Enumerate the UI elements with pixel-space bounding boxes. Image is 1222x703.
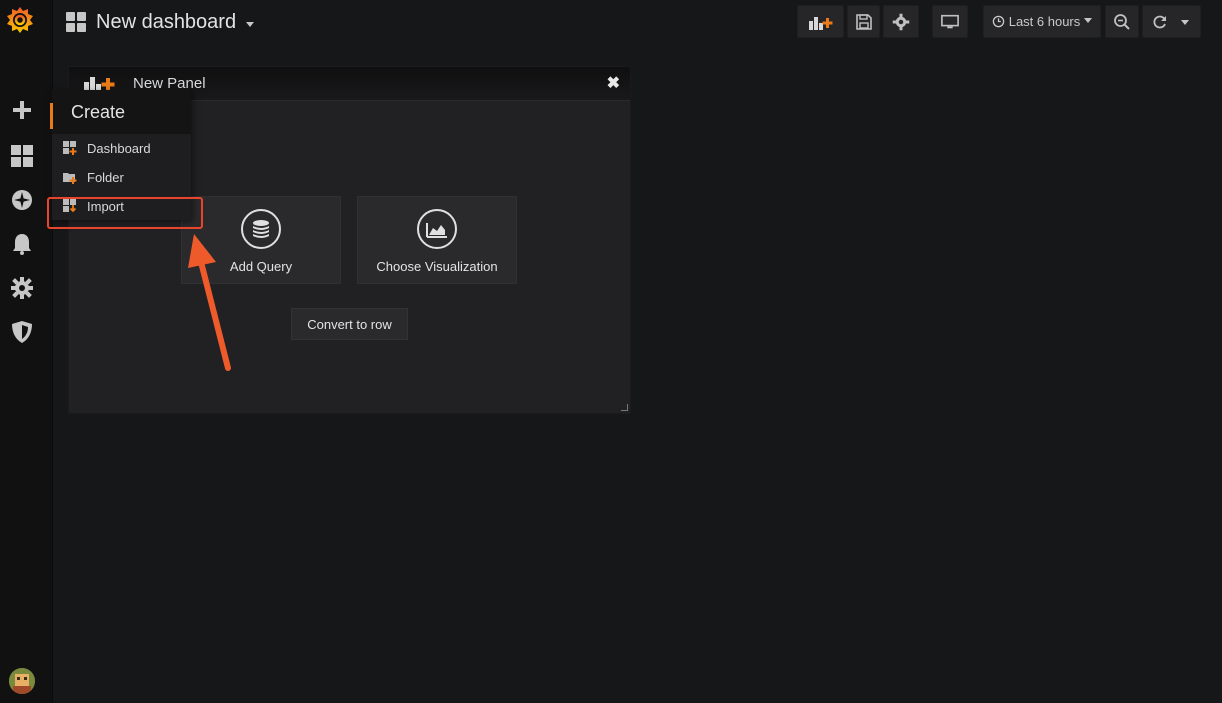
tv-mode-button[interactable] <box>932 5 968 38</box>
refresh-button[interactable] <box>1142 5 1201 38</box>
convert-to-row-button[interactable]: Convert to row <box>291 308 408 340</box>
dashboard-picker[interactable]: New dashboard <box>66 8 255 36</box>
annotation-highlight-box <box>47 197 203 229</box>
zoom-out-button[interactable] <box>1105 5 1139 38</box>
dashboard-settings-button[interactable] <box>883 5 919 38</box>
menu-item-label: Dashboard <box>87 140 151 156</box>
add-panel-button[interactable] <box>797 5 844 38</box>
menu-item-label: Folder <box>87 169 124 185</box>
choose-visualization-label: Choose Visualization <box>376 259 498 274</box>
time-picker-button[interactable]: Last 6 hours <box>983 5 1101 38</box>
gear-icon[interactable] <box>10 276 34 300</box>
resize-handle[interactable] <box>621 404 628 411</box>
close-icon[interactable]: ✖ <box>607 73 620 93</box>
clock-icon <box>992 15 1004 28</box>
area-chart-icon <box>417 209 457 249</box>
shield-icon[interactable] <box>10 320 34 344</box>
database-icon <box>241 209 281 249</box>
create-menu-header: Create <box>52 90 191 134</box>
plus-icon[interactable] <box>10 98 34 122</box>
monitor-icon <box>941 14 959 28</box>
chevron-down-icon[interactable] <box>1181 20 1189 25</box>
menu-item-folder[interactable]: Folder <box>52 164 191 190</box>
time-range-label: Last 6 hours <box>1008 14 1081 29</box>
save-dashboard-button[interactable] <box>847 5 880 38</box>
refresh-icon <box>1153 15 1166 28</box>
avatar[interactable] <box>9 668 35 694</box>
bell-icon[interactable] <box>10 232 34 256</box>
new-folder-icon <box>63 173 77 184</box>
new-dashboard-icon <box>63 141 77 155</box>
sidebar <box>0 0 53 703</box>
zoom-out-icon <box>1114 13 1130 30</box>
choose-visualization-button[interactable]: Choose Visualization <box>357 196 517 284</box>
dashboards-icon[interactable] <box>10 144 34 168</box>
annotation-arrow-icon <box>188 234 231 371</box>
gear-icon <box>892 13 910 30</box>
grafana-logo-icon[interactable] <box>5 5 35 35</box>
explore-icon[interactable] <box>10 188 34 212</box>
save-icon <box>855 13 872 30</box>
chevron-down-icon <box>246 21 255 27</box>
active-item-indicator <box>50 103 53 129</box>
create-menu-title[interactable]: Create <box>71 102 125 123</box>
chevron-down-icon <box>1084 18 1093 23</box>
add-panel-icon <box>808 16 832 30</box>
dashboard-grid-icon <box>66 12 86 32</box>
dashboard-title: New dashboard <box>96 10 237 33</box>
menu-item-dashboard[interactable]: Dashboard <box>52 135 191 161</box>
